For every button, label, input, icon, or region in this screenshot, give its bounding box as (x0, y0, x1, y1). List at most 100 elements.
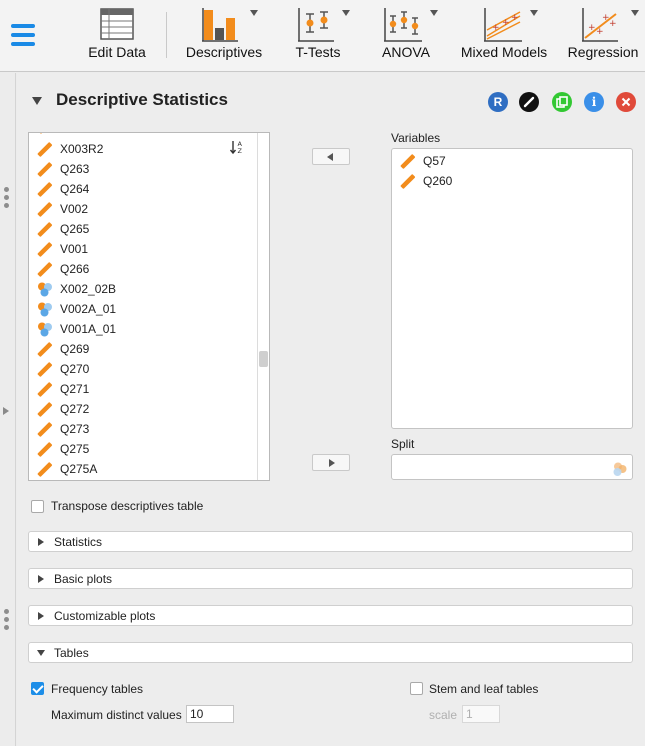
descriptives-button[interactable]: Descriptives (182, 6, 266, 66)
section-statistics[interactable]: Statistics (28, 531, 633, 552)
variable-name: Q263 (60, 162, 90, 176)
section-tables[interactable]: Tables (28, 642, 633, 663)
variable-item[interactable]: Q264 (37, 179, 237, 199)
variable-item[interactable]: Q265 (37, 219, 237, 239)
scale-variable-icon (37, 442, 53, 457)
variable-item[interactable]: Q260 (400, 171, 600, 191)
scale-variable-icon (37, 182, 53, 197)
variable-name: V002 (60, 202, 89, 216)
transpose-checkbox[interactable] (31, 500, 44, 513)
t-tests-label: T-Tests (295, 44, 341, 60)
t-tests-button[interactable]: T-Tests (288, 6, 350, 66)
stem-leaf-tables-checkbox[interactable] (410, 682, 423, 695)
r-syntax-icon[interactable]: R (488, 92, 508, 112)
variable-item[interactable]: V002A_01 (37, 299, 237, 319)
variable-item[interactable]: Q275 (37, 439, 237, 459)
t-tests-dropdown-arrow-icon (342, 10, 350, 16)
scale-variable-icon (37, 462, 53, 477)
transpose-label: Transpose descriptives table (51, 499, 204, 513)
remove-from-variables-button[interactable] (312, 148, 350, 165)
anova-label: ANOVA (382, 44, 430, 60)
expand-arrow-icon[interactable] (3, 407, 9, 415)
scale-variable-icon (37, 382, 53, 397)
variable-item[interactable]: X002_02B (37, 279, 237, 299)
scrollbar-thumb[interactable] (259, 351, 268, 367)
variable-name: Q275A (60, 462, 98, 476)
edit-title-icon[interactable] (519, 92, 539, 112)
variable-name: V001A_01 (60, 322, 117, 336)
anova-dropdown-arrow-icon (430, 10, 438, 16)
variable-name: Q266 (60, 262, 90, 276)
variable-item[interactable]: Q57 (400, 151, 600, 171)
regression-label: Regression (567, 44, 639, 60)
copy-icon (556, 96, 568, 108)
variables-target-list[interactable]: Q57 Q260 (391, 148, 633, 429)
table-grid-icon (100, 8, 134, 40)
svg-text:+: + (609, 19, 617, 29)
scale-input[interactable]: 1 (462, 705, 500, 723)
variable-item[interactable]: Q269 (37, 339, 237, 359)
splitter-handle-top-icon[interactable] (4, 187, 10, 211)
variable-item[interactable]: V001A_01 (37, 319, 237, 339)
r-syntax-glyph: R (493, 95, 503, 109)
hamburger-menu-icon[interactable] (11, 24, 35, 46)
analysis-title: Descriptive Statistics (56, 90, 228, 109)
arrow-right-icon (329, 459, 335, 467)
nominal-variable-icon (613, 462, 627, 476)
scale-variable-icon (400, 154, 416, 169)
t-test-icon (298, 8, 334, 42)
variable-item[interactable]: X003R2 (37, 139, 237, 159)
variable-name: Q272 (60, 402, 90, 416)
ribbon-separator (166, 12, 167, 58)
duplicate-icon[interactable] (552, 92, 572, 112)
variable-name: Q270 (60, 362, 90, 376)
splitter-handle-bottom-icon[interactable] (4, 609, 10, 633)
max-distinct-values-input[interactable]: 10 (186, 705, 234, 723)
assign-to-split-button[interactable] (312, 454, 350, 471)
source-variable-list[interactable]: X003R2 Q263 Q264 V002 Q265 V001 Q266 X002_02B V0… (28, 132, 270, 481)
variable-item[interactable]: Q270 (37, 359, 237, 379)
variable-name: Q264 (60, 182, 90, 196)
variable-item[interactable]: Q271 (37, 379, 237, 399)
mixed-models-button[interactable]: + + + Mixed Models (458, 6, 550, 66)
split-label: Split (391, 437, 415, 451)
svg-text:+: + (596, 27, 604, 37)
section-customizable-plots-label: Customizable plots (54, 609, 156, 623)
mixed-models-icon: + + + (484, 8, 522, 42)
frequency-tables-checkbox[interactable] (31, 682, 44, 695)
section-customizable-plots[interactable]: Customizable plots (28, 605, 633, 626)
left-splitter[interactable] (0, 73, 16, 746)
variable-item[interactable]: V002 (37, 199, 237, 219)
variable-name: Q269 (60, 342, 90, 356)
edit-data-label: Edit Data (88, 44, 146, 60)
close-icon[interactable] (616, 92, 636, 112)
regression-dropdown-arrow-icon (631, 10, 639, 16)
sort-alphabetical-icon[interactable]: A Z (229, 139, 247, 157)
variable-item[interactable]: V001 (37, 239, 237, 259)
regression-button[interactable]: + + + + Regression (564, 6, 642, 66)
collapse-triangle-icon (37, 650, 45, 656)
variable-item[interactable]: Q275A (37, 459, 237, 479)
edit-data-button[interactable]: Edit Data (80, 6, 154, 66)
analysis-panel: Descriptive Statistics R i X003R2 Q263 Q26… (17, 73, 645, 746)
scale-label: scale (429, 708, 458, 722)
source-list-scrollbar[interactable] (257, 133, 269, 480)
variables-label: Variables (391, 131, 441, 145)
variable-item[interactable]: Q272 (37, 399, 237, 419)
split-target-box[interactable] (391, 454, 633, 480)
variable-name: V002A_01 (60, 302, 117, 316)
partial-item-icon (38, 133, 44, 134)
variable-item[interactable]: Q263 (37, 159, 237, 179)
collapse-triangle-icon[interactable] (32, 97, 42, 105)
info-icon[interactable]: i (584, 92, 604, 112)
section-basic-plots[interactable]: Basic plots (28, 568, 633, 589)
mixed-models-dropdown-arrow-icon (530, 10, 538, 16)
descriptives-dropdown-arrow-icon (250, 10, 258, 16)
anova-button[interactable]: ANOVA (376, 6, 438, 66)
variable-item[interactable]: Q266 (37, 259, 237, 279)
nominal-variable-icon (38, 322, 52, 337)
ribbon-toolbar: Edit Data Descriptives T-Tests ANOVA + +… (0, 0, 645, 72)
variable-item[interactable]: Q273 (37, 419, 237, 439)
arrow-left-icon (327, 153, 333, 161)
variable-name: Q265 (60, 222, 90, 236)
